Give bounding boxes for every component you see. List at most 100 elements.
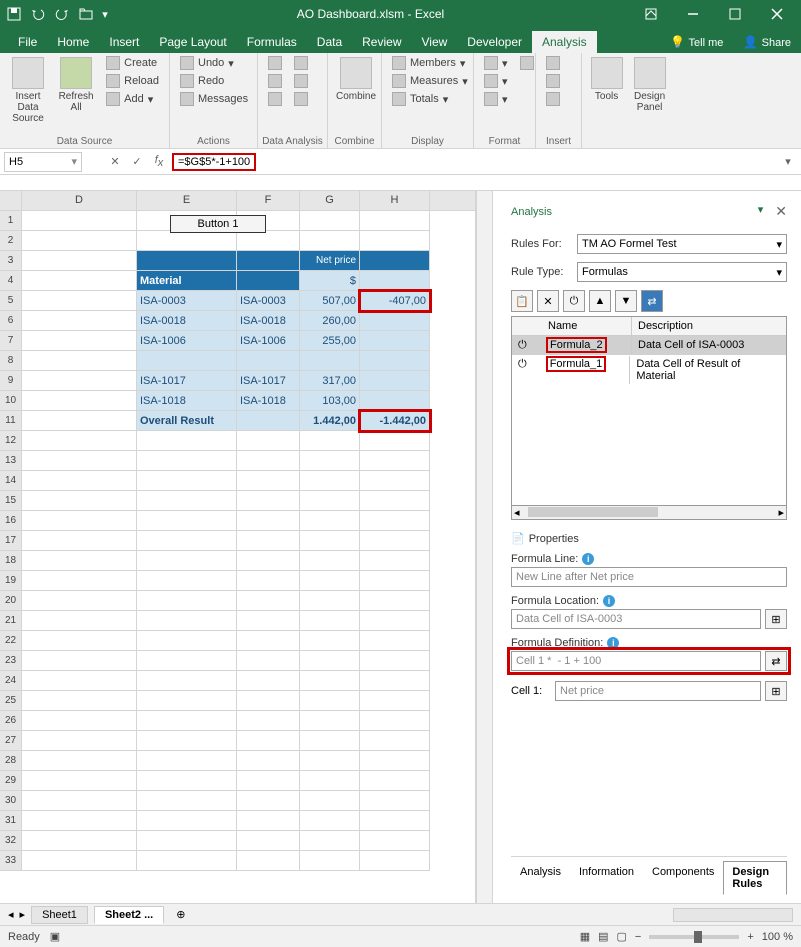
rules-for-select[interactable]: TM AO Formel Test▾ (577, 234, 787, 254)
view-page-layout-icon[interactable]: ▤ (598, 930, 608, 943)
tab-page-layout[interactable]: Page Layout (149, 31, 236, 53)
view-normal-icon[interactable]: ▦ (580, 930, 590, 943)
format-3-button[interactable]: ▾ (480, 91, 512, 107)
close-button[interactable] (757, 0, 797, 28)
horizontal-scrollbar[interactable] (673, 908, 793, 922)
undo-icon[interactable] (28, 4, 48, 24)
row-header[interactable]: 31 (0, 811, 22, 831)
format-4-button[interactable] (516, 55, 538, 71)
tab-view[interactable]: View (412, 31, 458, 53)
messages-button[interactable]: Messages (176, 91, 252, 107)
rule-list-hscroll[interactable]: ◂ ▸ (511, 506, 787, 520)
insert-data-source-button[interactable]: Insert Data Source (6, 55, 50, 126)
folder-icon[interactable] (76, 4, 96, 24)
select-all-corner[interactable] (0, 191, 22, 210)
row-header[interactable]: 32 (0, 831, 22, 851)
row-header[interactable]: 16 (0, 511, 22, 531)
combine-button[interactable]: Combine (334, 55, 378, 104)
swap-button[interactable] (290, 91, 312, 107)
rule-row[interactable]: ⏻ Formula_1 Data Cell of Result of Mater… (512, 355, 786, 385)
col-header-f[interactable]: F (237, 191, 300, 210)
cell-h5-selected[interactable]: -407,00 (360, 291, 430, 311)
zoom-out-button[interactable]: − (635, 931, 641, 943)
row-header[interactable]: 21 (0, 611, 22, 631)
prompts-button[interactable] (264, 55, 286, 71)
new-sheet-button[interactable]: ⊕ (170, 908, 191, 921)
sheet-nav-next[interactable]: ▸ (20, 908, 26, 921)
row-header[interactable]: 3 (0, 251, 22, 271)
sheet-tab-sheet2[interactable]: Sheet2 ... (94, 906, 164, 924)
col-header-e[interactable]: E (137, 191, 237, 210)
row-header[interactable]: 17 (0, 531, 22, 551)
row-header[interactable]: 23 (0, 651, 22, 671)
members-button[interactable]: Members ▾ (388, 55, 472, 71)
qat-dropdown-icon[interactable]: ▾ (100, 4, 110, 24)
ribbon-options-icon[interactable] (631, 0, 671, 28)
tab-analysis[interactable]: Analysis (532, 31, 597, 53)
maximize-button[interactable] (715, 0, 755, 28)
ptab-design-rules[interactable]: Design Rules (723, 861, 787, 895)
row-header[interactable]: 24 (0, 671, 22, 691)
col-header-h[interactable]: H (360, 191, 430, 210)
fx-icon[interactable]: fx (150, 153, 168, 171)
design-panel-button[interactable]: Design Panel (629, 55, 670, 115)
totals-button[interactable]: Totals ▾ (388, 91, 472, 107)
move-down-button[interactable]: ▼ (615, 290, 637, 312)
hierarchy-button[interactable] (290, 55, 312, 71)
name-box[interactable]: H5▾ (4, 152, 82, 172)
measures-button[interactable]: Measures ▾ (388, 73, 472, 89)
cell-net-price[interactable]: Net price (300, 251, 360, 271)
format-1-button[interactable]: ▾ (480, 55, 512, 71)
tools-button[interactable]: Tools (588, 55, 625, 104)
cell-material[interactable]: Material (137, 271, 237, 291)
button-1-shape[interactable]: Button 1 (170, 215, 266, 233)
shuffle-button[interactable]: ⇄ (641, 290, 663, 312)
row-header[interactable]: 29 (0, 771, 22, 791)
row-header[interactable]: 10 (0, 391, 22, 411)
sheet-nav-prev[interactable]: ◂ (8, 908, 14, 921)
expand-formula-icon[interactable]: ▾ (779, 153, 797, 171)
tab-review[interactable]: Review (352, 31, 411, 53)
zoom-level[interactable]: 100 % (762, 931, 793, 943)
move-up-button[interactable]: ▲ (589, 290, 611, 312)
formula-input[interactable]: =$G$5*-1+100 (178, 156, 250, 168)
info-icon[interactable]: i (607, 637, 619, 649)
sort-button[interactable] (264, 91, 286, 107)
row-header[interactable]: 6 (0, 311, 22, 331)
overall-total-h[interactable]: -1.442,00 (360, 411, 430, 431)
minimize-button[interactable] (673, 0, 713, 28)
pick-cell1-button[interactable]: ⊞ (765, 681, 787, 701)
row-header[interactable]: 19 (0, 571, 22, 591)
pick-cell-button[interactable]: ⊞ (765, 609, 787, 629)
panel-close-icon[interactable]: ✕ (775, 203, 787, 220)
cancel-icon[interactable]: ✕ (106, 153, 124, 171)
copy-rule-button[interactable]: 📋 (511, 290, 533, 312)
row-header[interactable]: 14 (0, 471, 22, 491)
save-icon[interactable] (4, 4, 24, 24)
tell-me-button[interactable]: 💡 Tell me (660, 31, 733, 53)
ptab-analysis[interactable]: Analysis (511, 861, 570, 895)
data-cell[interactable]: ISA-0003 (237, 291, 300, 311)
zoom-slider[interactable] (649, 935, 739, 939)
col-header-g[interactable]: G (300, 191, 360, 210)
rule-type-select[interactable]: Formulas▾ (577, 262, 787, 282)
row-header[interactable]: 27 (0, 731, 22, 751)
refresh-all-button[interactable]: Refresh All (54, 55, 98, 115)
row-header[interactable]: 13 (0, 451, 22, 471)
zoom-in-button[interactable]: + (747, 931, 753, 943)
row-header[interactable]: 18 (0, 551, 22, 571)
row-header[interactable]: 8 (0, 351, 22, 371)
panel-menu-icon[interactable]: ▾ (758, 203, 764, 220)
row-header[interactable]: 26 (0, 711, 22, 731)
row-header[interactable]: 11 (0, 411, 22, 431)
calc-button[interactable] (290, 73, 312, 89)
reload-button[interactable]: Reload (102, 73, 163, 89)
row-header[interactable]: 2 (0, 231, 22, 251)
formula-location-input[interactable] (511, 609, 761, 629)
info-icon[interactable]: i (582, 553, 594, 565)
tab-insert[interactable]: Insert (99, 31, 149, 53)
vertical-scrollbar[interactable] (476, 191, 492, 903)
row-header[interactable]: 7 (0, 331, 22, 351)
row-header[interactable]: 33 (0, 851, 22, 871)
row-header[interactable]: 30 (0, 791, 22, 811)
